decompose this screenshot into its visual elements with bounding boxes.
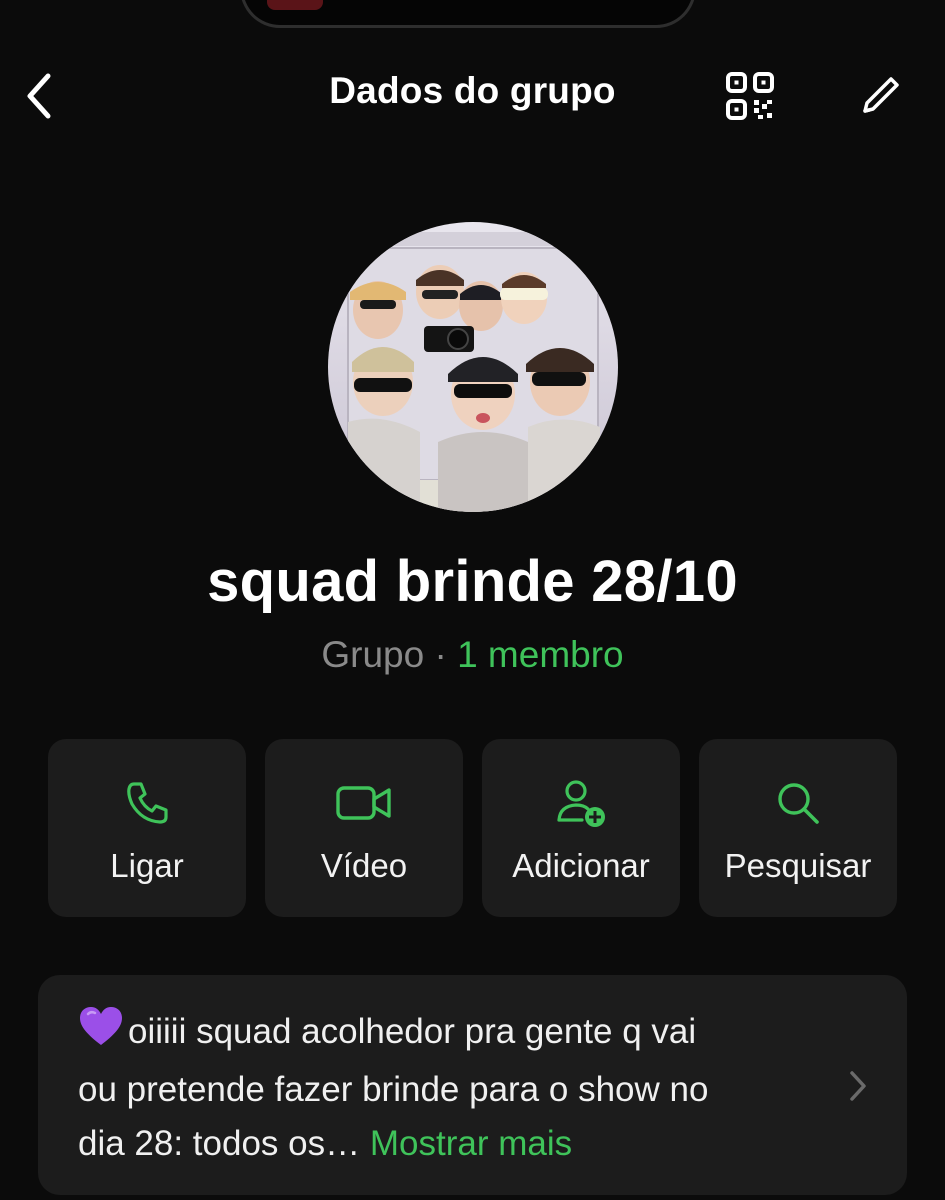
media-thumbnail: [267, 0, 323, 10]
show-more-link[interactable]: Mostrar mais: [370, 1124, 572, 1163]
qr-code-icon: [726, 72, 774, 120]
search-icon: [778, 783, 819, 824]
video-label: Vídeo: [320, 847, 408, 884]
qr-code-button[interactable]: [722, 68, 778, 124]
add-label: Adicionar: [512, 847, 650, 884]
phone-icon: [127, 782, 168, 824]
chevron-right-icon: [844, 1068, 872, 1104]
group-type: Grupo: [321, 634, 425, 675]
dynamic-island: [240, 0, 696, 28]
add-user-icon: [557, 780, 605, 827]
search-button[interactable]: Pesquisar: [699, 739, 897, 917]
description-line-2: ou pretende fazer brinde para o show no: [78, 1070, 709, 1109]
edit-button[interactable]: [852, 68, 908, 124]
meta-separator: ·: [434, 634, 447, 675]
group-meta: Grupo · 1 membro: [0, 634, 945, 676]
add-member-button[interactable]: Adicionar: [482, 739, 680, 917]
page-title: Dados do grupo: [329, 70, 616, 111]
group-name: squad brinde 28/10: [207, 549, 738, 614]
top-bar: Dados do grupo: [0, 60, 945, 132]
group-avatar[interactable]: [328, 222, 618, 512]
video-call-button[interactable]: Vídeo: [265, 739, 463, 917]
call-label: Ligar: [110, 847, 184, 884]
video-camera-icon: [336, 786, 391, 820]
purple-heart-icon: [78, 1005, 124, 1063]
group-description[interactable]: oiiiii squad acolhedor pra gente q vai o…: [38, 975, 907, 1195]
pencil-icon: [863, 77, 899, 113]
group-photo: [328, 222, 618, 512]
member-count-link[interactable]: 1 membro: [457, 634, 624, 675]
call-button[interactable]: Ligar: [48, 739, 246, 917]
description-line-1: oiiiii squad acolhedor pra gente q vai: [128, 1012, 697, 1051]
search-label: Pesquisar: [724, 847, 872, 884]
action-buttons: Ligar Vídeo Adicionar Pesquisar: [48, 739, 897, 917]
description-text: oiiiii squad acolhedor pra gente q vai o…: [78, 1005, 838, 1171]
description-line-3: dia 28: todos os…: [78, 1124, 361, 1163]
